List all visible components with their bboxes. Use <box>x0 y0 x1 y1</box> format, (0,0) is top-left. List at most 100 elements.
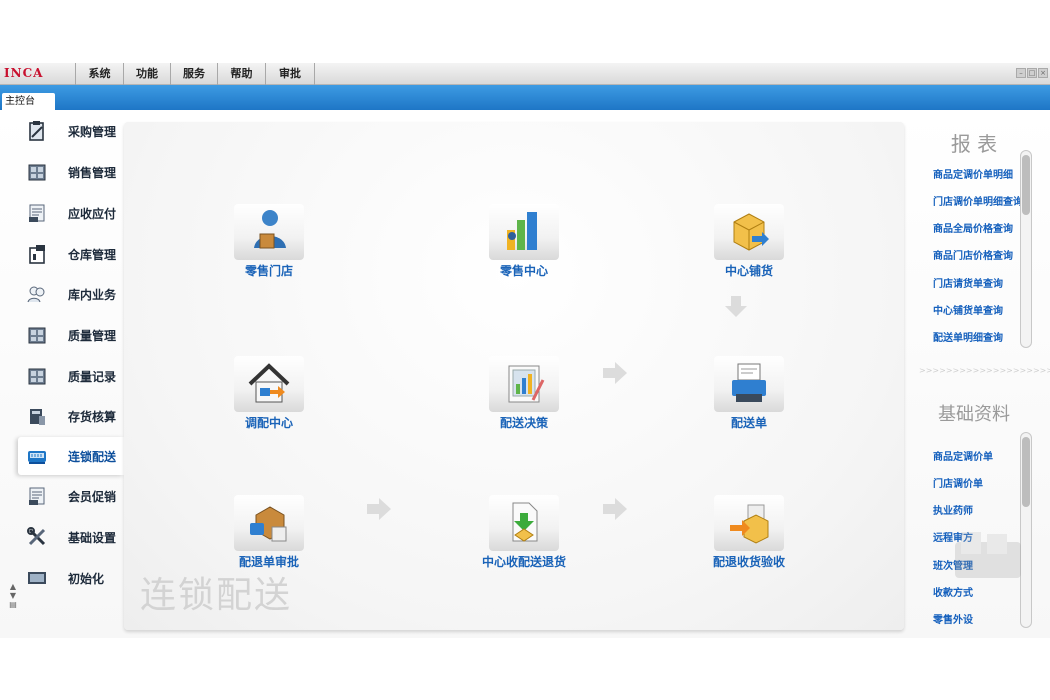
func-delivery-note[interactable]: 配送单 <box>689 356 809 431</box>
house-icon <box>234 356 304 412</box>
menu-help[interactable]: 帮助 <box>217 63 265 85</box>
printer-icon <box>714 356 784 412</box>
func-label: 配退收货验收 <box>712 555 785 569</box>
sidebar-item-quality-records[interactable]: 质量记录 <box>18 357 124 395</box>
sidebar-scroll-controls[interactable]: ▲ ▼ ▤ <box>8 582 18 609</box>
sidebar-item-label: 质量管理 <box>68 328 117 343</box>
sidebar-item-purchase[interactable]: 采购管理 <box>18 112 124 150</box>
tools-icon <box>27 527 46 546</box>
workspace: 采购管理 销售管理 应收应付 仓库管理 库内业务 质量管理 质量记录 存货核算 … <box>0 110 1050 638</box>
func-label: 调配中心 <box>244 416 293 430</box>
sidebar-item-chain-distribution[interactable]: 连锁配送 <box>18 437 124 475</box>
store-person-icon <box>234 204 304 260</box>
basic-data-link[interactable]: 门店调价单 <box>933 475 1025 490</box>
sidebar-item-basic-settings[interactable]: 基础设置 <box>18 518 124 556</box>
report-link[interactable]: 商品门店价格查询 <box>933 247 1025 262</box>
monitor-icon <box>28 572 46 584</box>
basic-data-link[interactable]: 零售外设 <box>933 611 1025 626</box>
func-retail-store[interactable]: 零售门店 <box>209 204 329 279</box>
distribution-panel: 零售门店 零售中心 中心铺货 调配中心 配送决策 配送单 配退单审批 中心收配送… <box>124 122 904 630</box>
sidebar-item-sales[interactable]: 销售管理 <box>18 153 124 191</box>
calculator-icon <box>30 409 45 425</box>
menu-function[interactable]: 功能 <box>123 63 170 85</box>
sidebar-item-initialize[interactable]: 初始化 <box>18 559 124 597</box>
basic-data-scroll-thumb[interactable] <box>1022 437 1030 507</box>
report-link[interactable]: 门店请货单查询 <box>933 275 1025 290</box>
sidebar-item-warehouse[interactable]: 仓库管理 <box>18 235 124 273</box>
func-label: 零售门店 <box>244 264 293 278</box>
box-transfer-icon <box>714 495 784 551</box>
sidebar-item-label: 存货核算 <box>68 409 117 424</box>
menu-approval[interactable]: 审批 <box>265 63 315 85</box>
sidebar-item-label: 仓库管理 <box>68 247 117 262</box>
func-retail-center[interactable]: 零售中心 <box>464 204 584 279</box>
sidebar-item-label: 会员促销 <box>68 489 117 504</box>
report-link[interactable]: 商品定调价单明细 <box>933 166 1025 181</box>
sidebar-item-quality-mgmt[interactable]: 质量管理 <box>18 316 124 354</box>
right-sidebar: 报 表 商品定调价单明细 门店调价单明细查询 商品全局价格查询 商品门店价格查询… <box>915 110 1050 638</box>
basic-data-link[interactable]: 商品定调价单 <box>933 448 1025 463</box>
minimize-icon[interactable]: – <box>1016 68 1026 78</box>
arrow-right-icon <box>367 498 391 520</box>
func-label: 中心铺货 <box>724 264 773 278</box>
ledger-icon <box>29 487 45 505</box>
func-return-approval[interactable]: 配退单审批 <box>209 495 329 570</box>
sidebar-item-member-promo[interactable]: 会员促销 <box>18 477 124 515</box>
reports-scrollbar[interactable] <box>1020 150 1032 348</box>
clipboard-icon <box>29 121 44 141</box>
func-label: 配送决策 <box>499 416 548 430</box>
report-link[interactable]: 中心铺货单查询 <box>933 302 1025 317</box>
window-controls: – □ × <box>1016 68 1048 78</box>
bar-chart-icon <box>489 204 559 260</box>
warehouse-icon <box>29 245 45 264</box>
sidebar-item-inventory-accounting[interactable]: 存货核算 <box>18 397 124 435</box>
menu-bar: INCA 系统 功能 服务 帮助 审批 – □ × <box>0 63 1050 85</box>
sidebar-item-label: 初始化 <box>68 571 105 586</box>
cabinet-icon <box>28 327 46 344</box>
cabinet-icon <box>28 368 46 385</box>
sidebar-item-label: 基础设置 <box>68 530 117 545</box>
return-box-icon <box>234 495 304 551</box>
menu-system[interactable]: 系统 <box>75 63 123 85</box>
basic-data-link[interactable]: 执业药师 <box>933 502 1025 517</box>
settings-watermark-icon <box>955 532 1021 578</box>
sidebar-item-label: 库内业务 <box>68 287 117 302</box>
section-divider: >>>>>>>>>>>>>>>>>>>>>> <box>919 366 1050 375</box>
restore-icon[interactable]: □ <box>1027 68 1037 78</box>
func-distribution-decision[interactable]: 配送决策 <box>464 356 584 431</box>
tab-main-console[interactable]: 主控台 <box>2 93 55 110</box>
reports-scroll-thumb[interactable] <box>1022 155 1030 215</box>
sidebar-item-label: 销售管理 <box>68 165 117 180</box>
func-label: 零售中心 <box>499 264 548 278</box>
menu-service[interactable]: 服务 <box>170 63 217 85</box>
func-label: 中心收配送退货 <box>481 555 566 569</box>
sidebar-item-label: 应收应付 <box>68 206 117 221</box>
app-window: INCA 系统 功能 服务 帮助 审批 – □ × 主控台 采购管理 销售管理 <box>0 63 1050 638</box>
sidebar-item-internal-ops[interactable]: 库内业务 <box>18 275 124 313</box>
app-logo: INCA <box>4 66 44 80</box>
arrow-down-icon <box>725 296 747 317</box>
box-arrow-icon <box>714 204 784 260</box>
reports-title: 报 表 <box>950 132 998 156</box>
ledger-icon <box>29 204 45 222</box>
func-return-receipt-inspection[interactable]: 配退收货验收 <box>689 495 809 570</box>
close-icon[interactable]: × <box>1038 68 1048 78</box>
sidebar-item-label: 连锁配送 <box>68 449 117 464</box>
panel-watermark: 连锁配送 <box>140 575 293 616</box>
report-link[interactable]: 配送单明细查询 <box>933 329 1025 344</box>
report-link[interactable]: 商品全局价格查询 <box>933 220 1025 235</box>
func-label: 配送单 <box>730 416 767 430</box>
sidebar-item-label: 质量记录 <box>68 369 117 384</box>
sidebar-item-receivables[interactable]: 应收应付 <box>18 194 124 232</box>
tab-strip <box>0 85 1050 110</box>
report-link[interactable]: 门店调价单明细查询 <box>933 193 1025 208</box>
chart-doc-icon <box>489 356 559 412</box>
func-allocation-center[interactable]: 调配中心 <box>209 356 329 431</box>
basic-data-title: 基础资料 <box>938 404 1010 425</box>
func-center-stocking[interactable]: 中心铺货 <box>689 204 809 279</box>
users-icon <box>27 286 45 303</box>
func-center-receive-return[interactable]: 中心收配送退货 <box>464 495 584 570</box>
basic-data-link[interactable]: 收款方式 <box>933 584 1025 599</box>
cabinet-icon <box>28 164 46 181</box>
module-sidebar: 采购管理 销售管理 应收应付 仓库管理 库内业务 质量管理 质量记录 存货核算 … <box>0 110 124 638</box>
